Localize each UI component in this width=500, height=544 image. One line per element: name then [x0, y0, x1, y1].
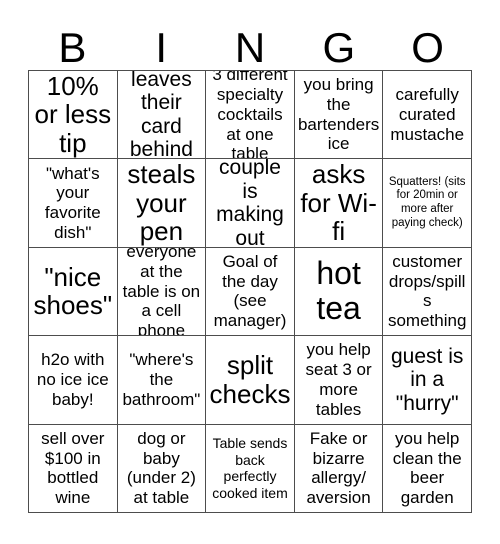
bingo-cell[interactable]: you bring the bartenders ice	[294, 71, 384, 160]
bingo-cell[interactable]: hot tea	[294, 247, 384, 337]
bingo-header-letter-3: G	[322, 24, 356, 71]
bingo-cell[interactable]: "where's the bathroom"	[117, 336, 207, 425]
bingo-cell[interactable]: "what's your favorite dish"	[29, 159, 118, 248]
bingo-cell[interactable]: sell over $100 in bottled wine	[29, 424, 118, 513]
bingo-cell[interactable]: Goal of the day (see manager)	[206, 247, 295, 337]
bingo-cell-label: steals your pen	[127, 159, 196, 247]
bingo-cell-label: you bring the bartenders ice	[297, 75, 380, 154]
bingo-cell-label: 10% or less tip	[34, 71, 112, 158]
bingo-cell-label: Goal of the day (see manager)	[213, 252, 287, 331]
bingo-cell-label: customer drops/spills something	[387, 252, 467, 331]
bingo-cell[interactable]: you help clean the beer garden	[383, 424, 472, 513]
bingo-cell[interactable]: you help seat 3 or more tables	[294, 336, 384, 425]
bingo-header-letter-1: I	[155, 24, 168, 71]
bingo-cell[interactable]: Fake or bizarre allergy/ aversion	[294, 424, 384, 513]
bingo-cell-label: h2o with no ice ice baby!	[36, 350, 109, 409]
bingo-cell[interactable]: guest is in a "hurry"	[383, 336, 472, 425]
bingo-cell-label: carefully curated mustache	[390, 85, 465, 144]
bingo-card: B I N G O 10% or less tip leaves their card b…	[0, 0, 500, 544]
bingo-cell[interactable]: steals your pen	[117, 159, 207, 248]
bingo-cell-label: "where's the bathroom"	[122, 350, 201, 409]
bingo-cell[interactable]: 3 different specialty cocktails at one t…	[206, 71, 295, 160]
bingo-header-letter-0: B	[58, 24, 87, 71]
bingo-header-letter-4: O	[411, 24, 444, 71]
bingo-cell-label: Squatters! (sits for 20min or more after…	[388, 175, 466, 229]
bingo-cell-label: "nice shoes"	[33, 261, 113, 321]
bingo-cell-label: you help seat 3 or more tables	[305, 340, 372, 419]
bingo-cell-label: Fake or bizarre allergy/ aversion	[306, 428, 371, 508]
bingo-cell-label: you help clean the beer garden	[392, 428, 462, 508]
bingo-cell[interactable]: 10% or less tip	[29, 71, 118, 160]
bingo-cell[interactable]: carefully curated mustache	[383, 71, 472, 160]
bingo-cell-label: leaves their card behind	[129, 71, 193, 160]
bingo-cell[interactable]: split checks	[206, 336, 295, 425]
bingo-cell-label: split checks	[209, 350, 291, 409]
bingo-cell[interactable]: "nice shoes"	[29, 247, 118, 337]
bingo-cell-label: "what's your favorite dish"	[44, 163, 101, 242]
bingo-cell-label: couple is making out	[216, 159, 284, 248]
bingo-header-letters: BINGO	[28, 18, 472, 70]
bingo-cell-label: asks for Wi-fi	[300, 159, 377, 247]
bingo-cell[interactable]: customer drops/spills something	[383, 247, 472, 337]
bingo-cell-label: everyone at the table is on a cell phone	[122, 247, 201, 337]
bingo-cell-label: 3 different specialty cocktails at one t…	[212, 71, 288, 160]
bingo-cell[interactable]: leaves their card behind	[117, 71, 207, 160]
bingo-cell[interactable]: asks for Wi-fi	[294, 159, 384, 248]
bingo-cell[interactable]: Squatters! (sits for 20min or more after…	[383, 159, 472, 248]
bingo-cell[interactable]: Table sends back perfectly cooked item	[206, 424, 295, 513]
bingo-grid: 10% or less tip leaves their card behind 3…	[28, 70, 472, 513]
bingo-header-letter-2: N	[234, 24, 266, 71]
bingo-cell-label: Table sends back perfectly cooked item	[212, 435, 288, 501]
bingo-cell[interactable]: h2o with no ice ice baby!	[29, 336, 118, 425]
bingo-cell[interactable]: everyone at the table is on a cell phone	[117, 247, 207, 337]
bingo-cell-label: guest is in a "hurry"	[391, 344, 464, 415]
bingo-cell[interactable]: dog or baby (under 2) at table	[117, 424, 207, 513]
bingo-cell-label: dog or baby (under 2) at table	[126, 428, 196, 508]
bingo-cell-label: hot tea	[316, 255, 361, 327]
bingo-cell[interactable]: couple is making out	[206, 159, 295, 248]
bingo-cell-label: sell over $100 in bottled wine	[41, 428, 105, 508]
